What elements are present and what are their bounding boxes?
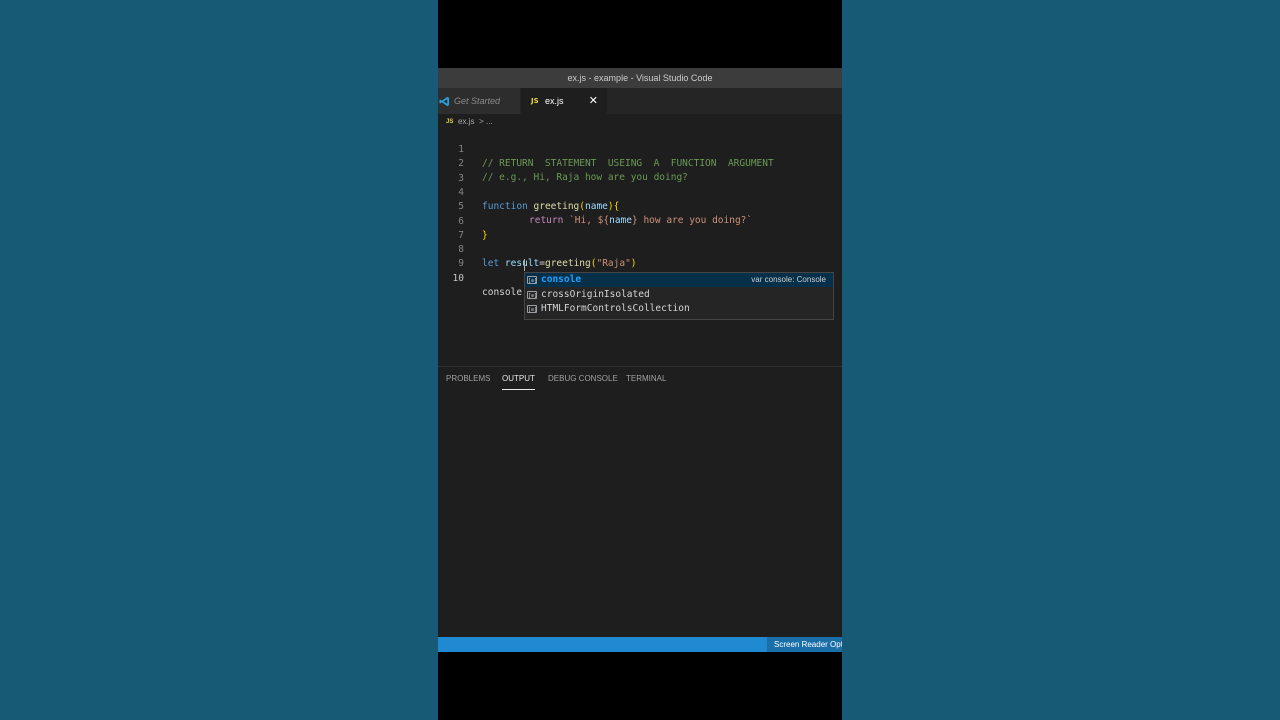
- background-left: [0, 0, 438, 720]
- js-file-icon: JS: [531, 97, 539, 105]
- code-line: 3: [438, 158, 842, 184]
- suggestion-label: HTMLFormControlsCollection: [541, 303, 690, 314]
- suggestion-widget[interactable]: [⊘] console var console: Console [⊘] cro…: [524, 272, 834, 320]
- tab-problems[interactable]: PROBLEMS: [446, 373, 490, 389]
- variable-icon: [⊘]: [527, 305, 538, 313]
- close-icon[interactable]: ✕: [589, 88, 598, 114]
- code-line: 9: [438, 243, 842, 269]
- code-text: console: [482, 286, 523, 298]
- breadcrumb: JS ex.js > ...: [438, 114, 842, 130]
- vscode-logo-icon: [439, 96, 450, 107]
- tab-label: ex.js: [545, 96, 564, 106]
- suggestion-label: console: [541, 273, 581, 287]
- suggestion-item[interactable]: [⊘] HTMLFormControlsCollection: [525, 302, 833, 316]
- tab-terminal[interactable]: TERMINAL: [626, 373, 666, 389]
- variable-icon: [⊘]: [527, 290, 538, 299]
- breadcrumb-file[interactable]: ex.js: [458, 114, 474, 130]
- code-line: 6 }: [438, 201, 842, 241]
- bottom-panel: PROBLEMS OUTPUT DEBUG CONSOLE TERMINAL: [438, 366, 842, 638]
- code-line: 5 return `Hi, ${name} how are you doing?…: [438, 186, 842, 226]
- js-file-icon: JS: [446, 119, 454, 125]
- code-line: 1 // RETURN STATEMENT USEING A FUNCTION …: [438, 129, 842, 169]
- video-frame: ex.js - example - Visual Studio Code Get…: [438, 0, 842, 720]
- suggestion-item[interactable]: [⊘] console var console: Console: [525, 273, 833, 287]
- tab-get-started[interactable]: Get Started: [438, 88, 520, 114]
- code-line: 2 // e.g., Hi, Raja how are you doing?: [438, 143, 842, 183]
- code-line: 7: [438, 215, 842, 241]
- background-right: [842, 0, 1280, 720]
- breadcrumb-symbols[interactable]: ...: [486, 114, 493, 130]
- status-bar: Screen Reader Optimized: [438, 637, 842, 652]
- screen-reader-status[interactable]: Screen Reader Optimized: [767, 637, 842, 652]
- editor-tab-bar: Get Started JS ex.js ✕: [438, 88, 842, 114]
- line-number: 10: [452, 272, 464, 284]
- suggestion-detail: var console: Console: [751, 275, 826, 284]
- tab-ex-js[interactable]: JS ex.js ✕: [521, 88, 607, 114]
- variable-icon: [⊘]: [527, 276, 538, 284]
- tab-label: Get Started: [454, 96, 501, 106]
- code-line: 10 console: [438, 258, 842, 298]
- vscode-window: ex.js - example - Visual Studio Code Get…: [438, 68, 842, 652]
- code-editor[interactable]: 1 // RETURN STATEMENT USEING A FUNCTION …: [438, 129, 842, 366]
- suggestion-label: crossOriginIsolated: [541, 288, 650, 300]
- tab-output[interactable]: OUTPUT: [502, 373, 535, 390]
- suggestion-item[interactable]: [⊘] crossOriginIsolated: [525, 288, 833, 302]
- suggestion-match: console: [541, 274, 582, 285]
- code-line: 8 let result=greeting("Raja"): [438, 229, 842, 269]
- code-line: 4 function greeting(name){: [438, 172, 842, 212]
- tab-debug-console[interactable]: DEBUG CONSOLE: [548, 373, 618, 389]
- title-bar: ex.js - example - Visual Studio Code: [438, 68, 842, 88]
- text-cursor: [524, 258, 525, 271]
- chevron-right-icon: >: [479, 117, 484, 126]
